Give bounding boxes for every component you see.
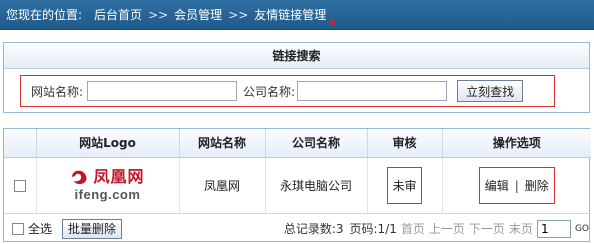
breadcrumb-separator: >> (228, 7, 249, 22)
table-footer: 全选 批量删除 总记录数:3 页码:1/1 首页 上一页 下一页 末页 GO (4, 216, 589, 241)
row-company-name: 永琪电脑公司 (265, 157, 368, 214)
logo-domain-text: ifeng.com (74, 187, 141, 202)
row-site-name: 凤凰网 (179, 157, 266, 214)
ifeng-logo[interactable]: 凤凰网 ifeng.com (70, 168, 144, 201)
links-table: 网站Logo 网站名称 公司名称 审核 操作选项 凤凰网 ifeng.com 凤… (3, 128, 591, 242)
select-all-checkbox[interactable] (12, 222, 24, 235)
operations-group: 编辑 | 删除 (478, 166, 555, 204)
column-header-select (4, 129, 37, 158)
search-form: 网站名称: 公司名称: 立刻查找 (20, 75, 555, 107)
row-audit-cell: 未审 (367, 157, 443, 214)
logo-chinese-text: 凤凰网 (93, 167, 145, 186)
site-name-input[interactable] (87, 81, 238, 101)
operations-separator: | (514, 178, 519, 193)
table-header-row: 网站Logo 网站名称 公司名称 审核 操作选项 (4, 129, 591, 158)
site-name-label: 网站名称: (31, 84, 84, 99)
edit-link[interactable]: 编辑 (485, 179, 509, 193)
breadcrumb: 您现在的位置: 后台首页 >> 会员管理 >> 友情链接管理 (0, 0, 594, 30)
row-logo-cell: 凤凰网 ifeng.com (36, 157, 180, 214)
breadcrumb-home[interactable]: 后台首页 (94, 6, 142, 23)
phoenix-icon (72, 170, 88, 185)
pagination: 总记录数:3 页码:1/1 首页 上一页 下一页 末页 GO (283, 219, 589, 238)
company-name-label: 公司名称: (243, 84, 296, 99)
search-panel: 链接搜索 网站名称: 公司名称: 立刻查找 (3, 42, 590, 113)
select-all[interactable]: 全选 (12, 220, 52, 237)
breadcrumb-member-management[interactable]: 会员管理 (174, 6, 222, 23)
page-info: 页码:1/1 (349, 222, 397, 236)
prev-page-link[interactable]: 上一页 (429, 220, 465, 237)
table-row: 凤凰网 ifeng.com 凤凰网 永琪电脑公司 未审 编辑 | 删除 (4, 157, 591, 214)
breadcrumb-separator: >> (148, 7, 169, 22)
row-operations-cell: 编辑 | 删除 (442, 157, 591, 214)
company-name-input[interactable] (297, 81, 448, 101)
red-dot-icon (330, 20, 336, 25)
go-button[interactable]: GO (575, 224, 589, 234)
column-header-site-name: 网站名称 (179, 129, 266, 158)
total-records: 总记录数:3 (283, 222, 344, 236)
row-checkbox[interactable] (13, 179, 26, 192)
column-header-audit: 审核 (367, 129, 443, 158)
next-page-link[interactable]: 下一页 (469, 220, 505, 237)
select-all-label: 全选 (28, 222, 53, 236)
delete-link[interactable]: 删除 (525, 179, 549, 193)
breadcrumb-current: 友情链接管理 (254, 8, 327, 22)
page-number-input[interactable] (536, 219, 571, 238)
column-header-logo: 网站Logo (36, 129, 180, 158)
batch-delete-button[interactable]: 批量删除 (62, 218, 123, 239)
column-header-company: 公司名称 (265, 129, 368, 158)
first-page-link[interactable]: 首页 (401, 220, 425, 237)
last-page-link[interactable]: 末页 (509, 220, 533, 237)
search-button[interactable]: 立刻查找 (457, 80, 524, 102)
row-select-cell (4, 157, 37, 214)
search-panel-title: 链接搜索 (4, 43, 589, 69)
column-header-operations: 操作选项 (442, 129, 591, 158)
breadcrumb-prefix: 您现在的位置: (6, 8, 83, 22)
audit-status[interactable]: 未审 (387, 166, 422, 204)
